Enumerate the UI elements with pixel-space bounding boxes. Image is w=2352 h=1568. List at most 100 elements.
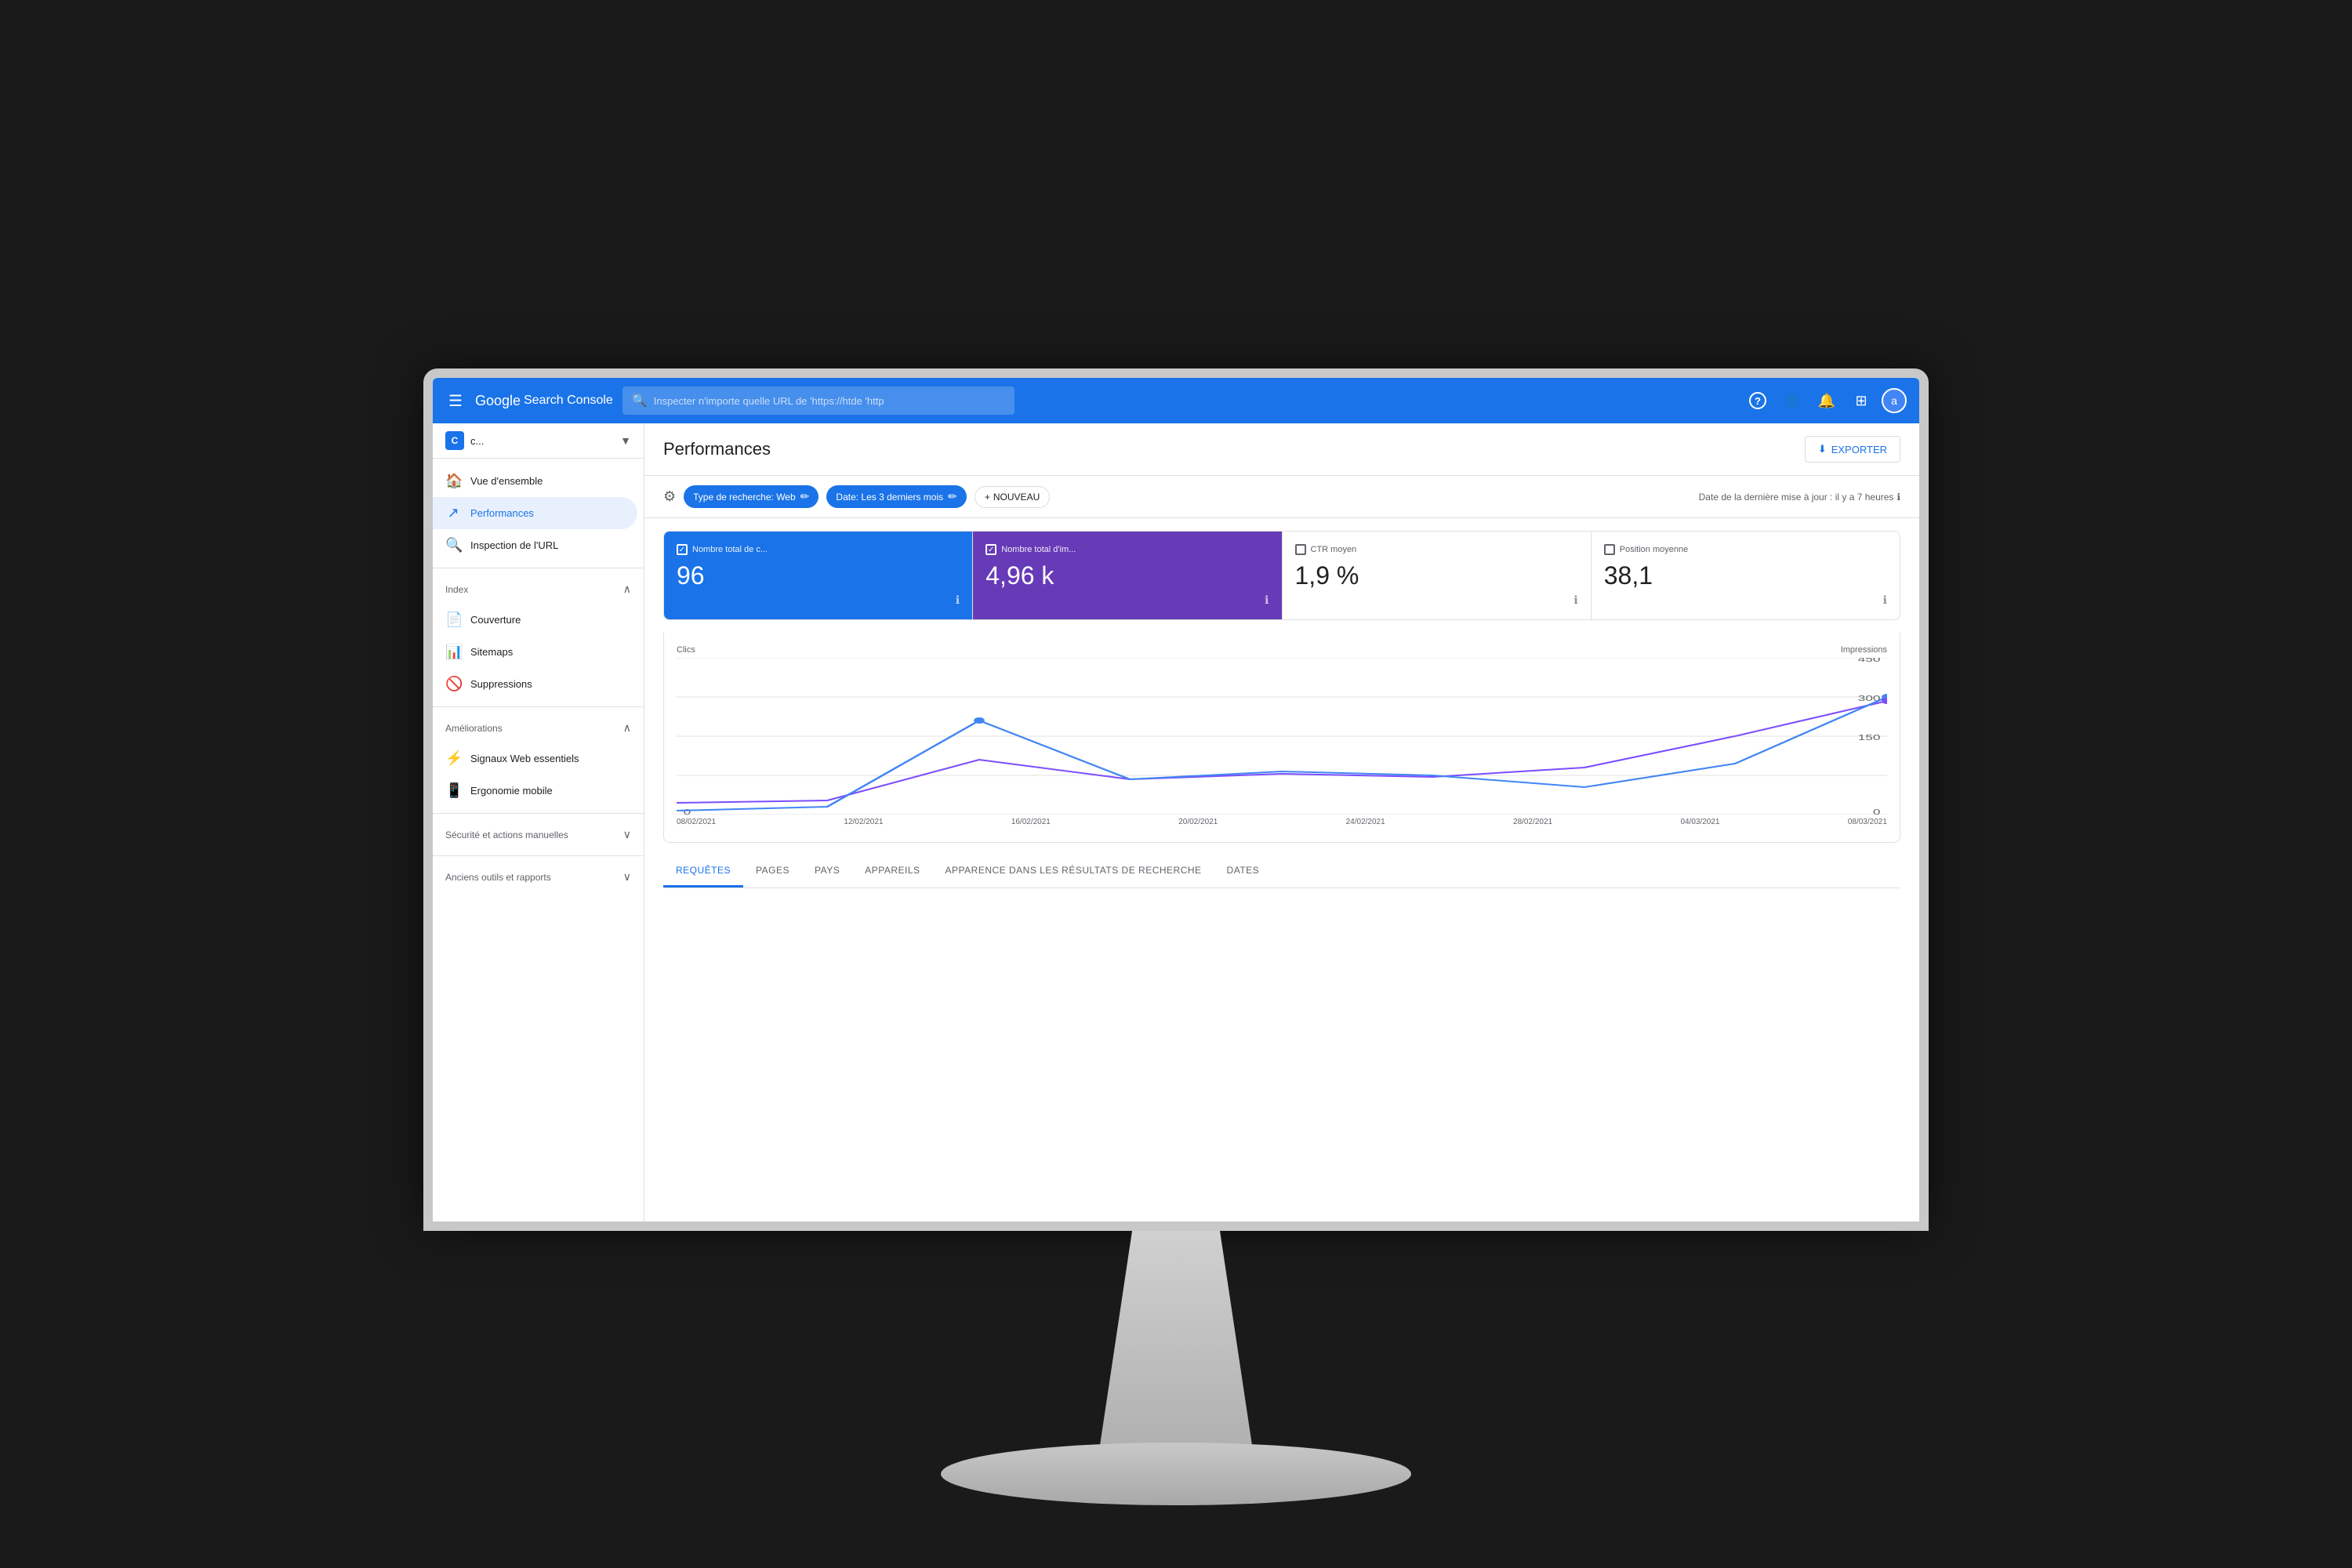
anciens-outils-section-header[interactable]: Anciens outils et rapports ∨ bbox=[433, 862, 644, 891]
metric-footer-ctr: ℹ bbox=[1295, 593, 1578, 607]
filter-chip-search-type-label: Type de recherche: Web bbox=[693, 492, 796, 503]
tabs-bar: REQUÊTES PAGES PAYS APPAREILS APPARENCE … bbox=[663, 855, 1900, 888]
metric-card-impressions[interactable]: ✓ Nombre total d'im... 4,96 k ℹ bbox=[973, 532, 1282, 619]
navbar: ☰ Google Search Console 🔍 ? 👤 bbox=[433, 378, 1919, 423]
monitor-screen: ☰ Google Search Console 🔍 ? 👤 bbox=[423, 368, 1929, 1231]
metric-label-clics: Nombre total de c... bbox=[692, 545, 768, 554]
tab-dates[interactable]: DATES bbox=[1214, 855, 1272, 887]
sidebar-property-selector[interactable]: C c... ▼ bbox=[433, 423, 644, 459]
metric-value-position: 38,1 bbox=[1604, 561, 1887, 590]
index-section-header[interactable]: Index ∧ bbox=[433, 575, 644, 604]
sidebar-label-signaux-web: Signaux Web essentiels bbox=[470, 753, 579, 764]
sidebar-item-signaux-web[interactable]: ⚡ Signaux Web essentiels bbox=[433, 742, 637, 775]
filter-chip-date[interactable]: Date: Les 3 derniers mois ✏ bbox=[826, 485, 966, 508]
divider-3 bbox=[433, 813, 644, 814]
sidebar-item-sitemaps[interactable]: 📊 Sitemaps bbox=[433, 636, 637, 668]
filter-chip-search-type-edit-icon: ✏ bbox=[800, 490, 810, 503]
divider-4 bbox=[433, 855, 644, 856]
securite-section-title: Sécurité et actions manuelles bbox=[445, 829, 568, 840]
export-button[interactable]: ⬇ EXPORTER bbox=[1805, 436, 1900, 463]
screen-content: ☰ Google Search Console 🔍 ? 👤 bbox=[433, 378, 1919, 1221]
search-icon: 🔍 bbox=[632, 393, 648, 408]
sidebar-item-inspection-url[interactable]: 🔍 Inspection de l'URL bbox=[433, 529, 637, 561]
metric-card-ctr-header: CTR moyen bbox=[1295, 544, 1578, 555]
grid-button[interactable]: ⊞ bbox=[1847, 387, 1875, 415]
sidebar-label-suppressions: Suppressions bbox=[470, 678, 532, 690]
property-name: c... bbox=[470, 435, 614, 447]
chart-right-label: Impressions bbox=[1841, 645, 1887, 655]
securite-chevron-down-icon: ∨ bbox=[623, 828, 631, 841]
x-label-4: 20/02/2021 bbox=[1178, 818, 1218, 826]
clics-peak-dot bbox=[974, 717, 985, 724]
property-icon: C bbox=[445, 431, 464, 450]
ameliorations-section-header[interactable]: Améliorations ∧ bbox=[433, 713, 644, 742]
metric-card-clics-header: ✓ Nombre total de c... bbox=[677, 544, 960, 555]
x-label-6: 28/02/2021 bbox=[1513, 818, 1552, 826]
metric-checkbox-clics: ✓ bbox=[677, 544, 688, 555]
filter-settings-icon[interactable]: ⚙ bbox=[663, 488, 676, 505]
securite-section-header[interactable]: Sécurité et actions manuelles ∨ bbox=[433, 820, 644, 849]
search-input[interactable] bbox=[654, 395, 1005, 407]
chart-svg-wrapper: 450 300 150 0 0 bbox=[677, 658, 1887, 815]
metric-label-position: Position moyenne bbox=[1620, 545, 1688, 554]
svg-text:0: 0 bbox=[1873, 808, 1881, 815]
x-label-5: 24/02/2021 bbox=[1346, 818, 1385, 826]
tab-pages[interactable]: PAGES bbox=[743, 855, 802, 887]
index-chevron-up-icon: ∧ bbox=[623, 583, 631, 596]
metric-card-position[interactable]: Position moyenne 38,1 ℹ bbox=[1592, 532, 1900, 619]
property-dropdown-icon[interactable]: ▼ bbox=[620, 434, 631, 447]
chart-container: Clics Impressions bbox=[663, 633, 1900, 843]
hamburger-button[interactable]: ☰ bbox=[445, 388, 466, 414]
help-icon: ? bbox=[1749, 392, 1766, 409]
sidebar-label-vue-ensemble: Vue d'ensemble bbox=[470, 475, 543, 487]
monitor-stand-neck bbox=[1066, 1231, 1286, 1450]
ameliorations-section-title: Améliorations bbox=[445, 723, 503, 734]
metric-label-ctr: CTR moyen bbox=[1311, 545, 1357, 554]
metric-footer-position: ℹ bbox=[1604, 593, 1887, 607]
page-header: Performances ⬇ EXPORTER bbox=[644, 423, 1919, 476]
info-icon: ℹ bbox=[1896, 492, 1900, 503]
sidebar-item-couverture[interactable]: 📄 Couverture bbox=[433, 604, 637, 636]
help-button[interactable]: ? bbox=[1744, 387, 1772, 415]
svg-text:150: 150 bbox=[1858, 733, 1881, 742]
monitor-stand-base bbox=[941, 1443, 1411, 1505]
home-icon: 🏠 bbox=[445, 473, 461, 489]
bell-button[interactable]: 🔔 bbox=[1813, 387, 1841, 415]
search-bar[interactable]: 🔍 bbox=[622, 387, 1014, 415]
chart-area: Clics Impressions bbox=[644, 633, 1919, 855]
tab-appareils[interactable]: APPAREILS bbox=[852, 855, 932, 887]
metrics-section: ✓ Nombre total de c... 96 ℹ ✓ bbox=[644, 518, 1919, 633]
avatar-button[interactable]: a bbox=[1882, 388, 1907, 413]
metric-card-ctr[interactable]: CTR moyen 1,9 % ℹ bbox=[1283, 532, 1592, 619]
chart-left-label: Clics bbox=[677, 645, 695, 655]
divider-2 bbox=[433, 706, 644, 707]
monitor: ☰ Google Search Console 🔍 ? 👤 bbox=[423, 368, 1929, 1568]
sidebar-item-vue-ensemble[interactable]: 🏠 Vue d'ensemble bbox=[433, 465, 637, 497]
filter-chip-date-label: Date: Les 3 derniers mois bbox=[836, 492, 943, 503]
metric-checkbox-impressions: ✓ bbox=[985, 544, 996, 555]
export-icon: ⬇ bbox=[1818, 443, 1827, 456]
metric-card-position-header: Position moyenne bbox=[1604, 544, 1887, 555]
tab-requetes[interactable]: REQUÊTES bbox=[663, 855, 743, 887]
tab-apparence[interactable]: APPARENCE DANS LES RÉSULTATS DE RECHERCH… bbox=[933, 855, 1214, 887]
sidebar-item-performances[interactable]: ↗ Performances bbox=[433, 497, 637, 529]
x-label-1: 08/02/2021 bbox=[677, 818, 716, 826]
sitemap-icon: 📊 bbox=[445, 644, 461, 660]
index-section-title: Index bbox=[445, 584, 468, 595]
metric-footer-impressions: ℹ bbox=[985, 593, 1269, 607]
last-update-text: Date de la dernière mise à jour : il y a… bbox=[1699, 492, 1900, 503]
new-filter-button[interactable]: + NOUVEAU bbox=[975, 486, 1050, 508]
sidebar-item-suppressions[interactable]: 🚫 Suppressions bbox=[433, 668, 637, 700]
chart-svg: 450 300 150 0 0 bbox=[677, 658, 1887, 815]
filter-chip-search-type[interactable]: Type de recherche: Web ✏ bbox=[684, 485, 818, 508]
metric-card-clics[interactable]: ✓ Nombre total de c... 96 ℹ bbox=[664, 532, 973, 619]
sidebar-item-ergonomie-mobile[interactable]: 📱 Ergonomie mobile bbox=[433, 775, 637, 807]
metric-checkbox-ctr bbox=[1295, 544, 1306, 555]
google-text: Google bbox=[475, 393, 521, 409]
tab-pays[interactable]: PAYS bbox=[802, 855, 852, 887]
filter-bar: ⚙ Type de recherche: Web ✏ Date: Les 3 d… bbox=[644, 476, 1919, 518]
users-button[interactable]: 👤 bbox=[1778, 387, 1806, 415]
svg-text:450: 450 bbox=[1858, 658, 1881, 663]
metric-value-clics: 96 bbox=[677, 561, 960, 590]
mobile-icon: 📱 bbox=[445, 782, 461, 799]
